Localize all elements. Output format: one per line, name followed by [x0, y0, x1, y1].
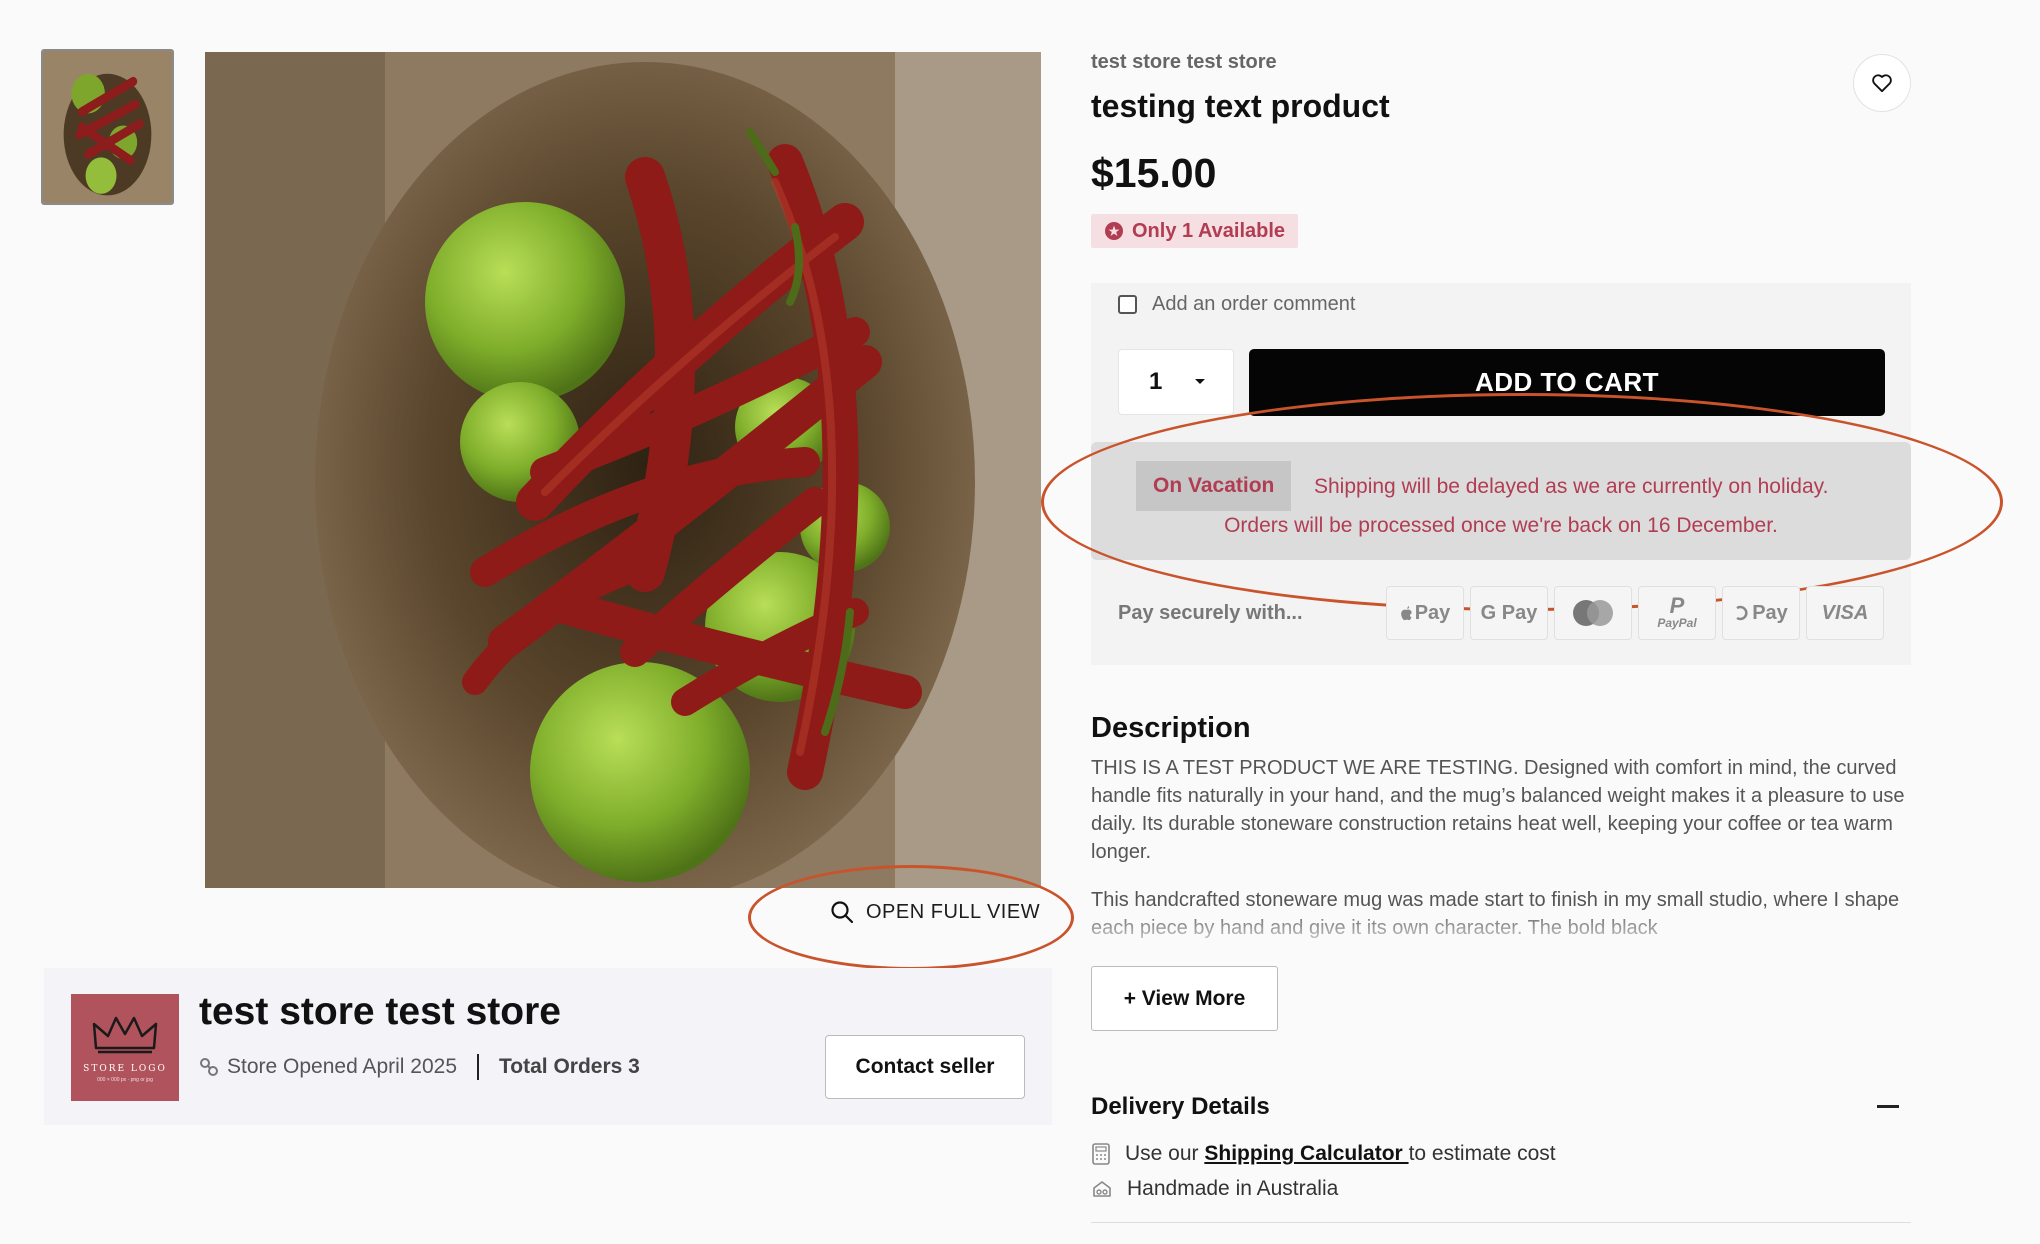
vacation-message: Shipping will be delayed as we are curre… — [1314, 475, 1829, 498]
shipping-calculator-row: Use our Shipping Calculator to estimate … — [1091, 1142, 1556, 1166]
crown-icon — [92, 1016, 158, 1054]
heart-icon — [1872, 74, 1892, 93]
calc-suffix: to estimate cost — [1408, 1142, 1556, 1165]
shop-s-icon — [1736, 605, 1748, 621]
shipping-calculator-link[interactable]: Shipping Calculator — [1204, 1142, 1408, 1165]
order-comment-checkbox[interactable] — [1118, 295, 1137, 314]
mastercard-circles — [1573, 600, 1613, 626]
contact-seller-button[interactable]: Contact seller — [825, 1035, 1025, 1099]
quantity-select[interactable]: 1 — [1118, 349, 1234, 415]
seller-name[interactable]: test store test store — [199, 990, 561, 1034]
paypal-label: PayPal — [1657, 616, 1697, 630]
divider — [477, 1054, 479, 1080]
stock-text: Only 1 Available — [1132, 219, 1286, 242]
order-comment-toggle[interactable]: Add an order comment — [1118, 293, 1355, 316]
description-heading: Description — [1091, 712, 1251, 744]
search-icon — [831, 901, 854, 924]
vacation-notice: On Vacation Shipping will be delayed as … — [1091, 442, 1911, 560]
apple-pay-label: Pay — [1414, 601, 1451, 624]
pay-securely-label: Pay securely with... — [1118, 602, 1303, 624]
open-full-view-button[interactable]: OPEN FULL VIEW — [830, 900, 1040, 924]
vacation-return-date: Orders will be processed once we're back… — [1224, 514, 1778, 537]
mastercard-icon — [1554, 586, 1632, 640]
open-full-view-label: OPEN FULL VIEW — [866, 900, 1041, 923]
description-paragraph: THIS IS A TEST PRODUCT WE ARE TESTING. D… — [1091, 757, 1905, 863]
apple-icon — [1400, 606, 1412, 621]
add-to-cart-button[interactable]: ADD TO CART — [1249, 349, 1885, 416]
product-thumbnail[interactable] — [41, 49, 174, 205]
alert-star-icon — [1105, 222, 1123, 240]
product-title: testing text product — [1091, 88, 1390, 124]
section-divider — [1091, 1222, 1911, 1223]
origin-text: Handmade in Australia — [1127, 1177, 1339, 1200]
store-opened: Store Opened April 2025 — [227, 1055, 457, 1078]
favorite-button[interactable] — [1853, 54, 1911, 112]
thumbnail-image — [43, 51, 172, 203]
payment-methods: Pay G Pay P PayPal Pay VISA — [1386, 586, 1884, 640]
calc-prefix: Use our — [1125, 1142, 1205, 1165]
store-logo[interactable]: STORE LOGO 000 × 000 px · png or jpg — [71, 994, 179, 1101]
quantity-value: 1 — [1149, 368, 1163, 395]
calculator-icon — [1092, 1143, 1110, 1165]
description-paragraph-faded: This handcrafted stoneware mug was made … — [1091, 889, 1900, 939]
view-more-button[interactable]: + View More — [1091, 966, 1278, 1031]
order-comment-label: Add an order comment — [1152, 293, 1356, 315]
caret-down-icon — [1195, 379, 1205, 384]
product-price: $15.00 — [1091, 150, 1217, 196]
store-name-link[interactable]: test store test store — [1091, 51, 1277, 74]
stock-badge: Only 1 Available — [1091, 214, 1299, 248]
paypal-p-mark: P — [1669, 593, 1685, 618]
google-pay-icon: G Pay — [1470, 586, 1548, 640]
logo-subtext: 000 × 000 px · png or jpg — [97, 1077, 153, 1083]
delivery-heading[interactable]: Delivery Details — [1091, 1093, 1270, 1121]
product-photo — [205, 52, 1041, 888]
shop-pay-label: Pay — [1752, 601, 1788, 624]
product-main-image[interactable] — [205, 52, 1041, 888]
visa-icon: VISA — [1806, 586, 1884, 640]
collapse-minus-icon[interactable] — [1877, 1105, 1899, 1108]
apple-pay-icon: Pay — [1386, 586, 1464, 640]
vacation-tag: On Vacation — [1136, 461, 1292, 511]
origin-row: Handmade in Australia — [1091, 1177, 1338, 1201]
total-orders: Total Orders 3 — [499, 1055, 640, 1078]
seller-card: STORE LOGO 000 × 000 px · png or jpg tes… — [44, 968, 1052, 1125]
paypal-icon: P PayPal — [1638, 586, 1716, 640]
shop-pay-icon: Pay — [1722, 586, 1800, 640]
link-icon — [200, 1058, 218, 1076]
logo-text: STORE LOGO — [83, 1064, 167, 1074]
seller-meta: Store Opened April 2025 Total Orders 3 — [199, 1054, 640, 1080]
handmade-icon — [1093, 1181, 1111, 1197]
